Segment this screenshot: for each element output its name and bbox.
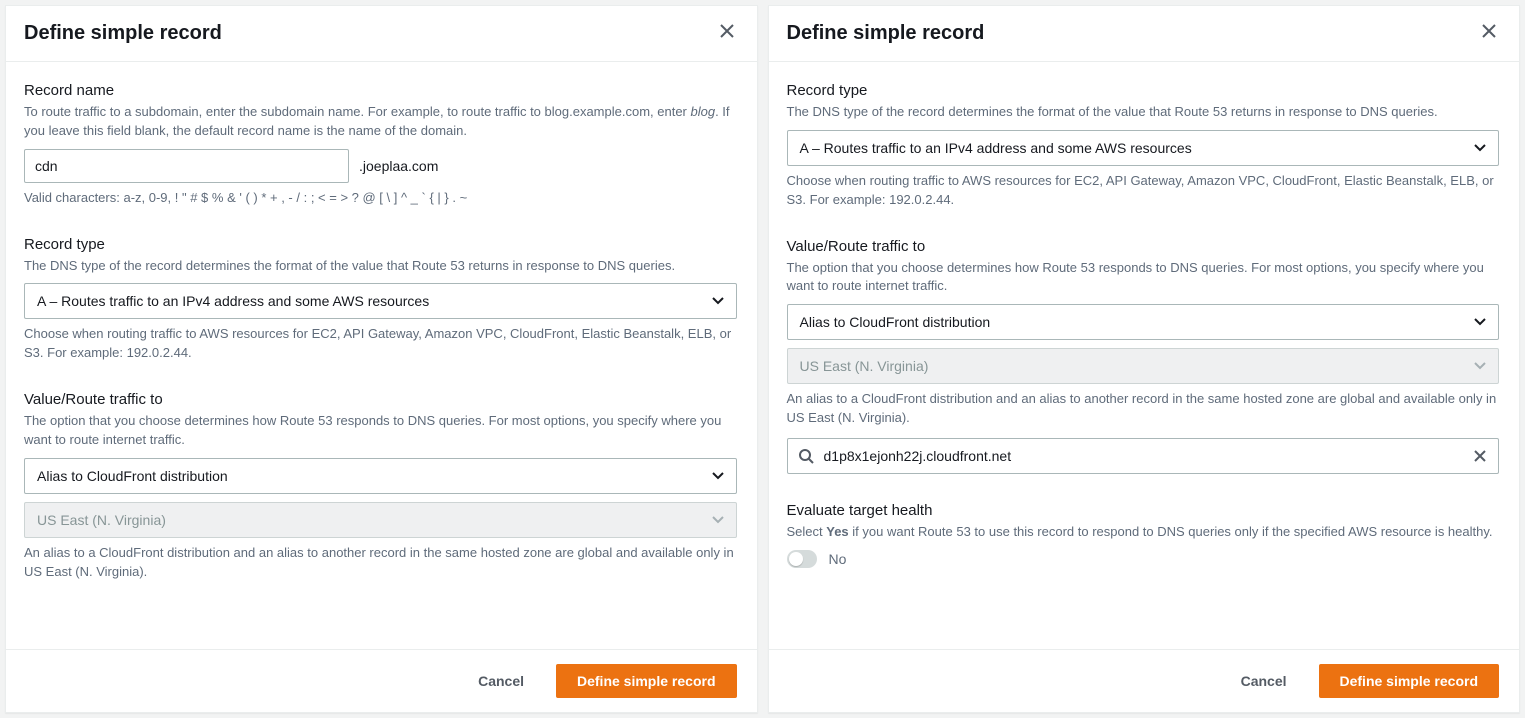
chevron-down-icon bbox=[1474, 318, 1486, 326]
alias-value: Alias to CloudFront distribution bbox=[37, 468, 228, 484]
alias-select[interactable]: Alias to CloudFront distribution bbox=[24, 458, 737, 494]
define-record-button[interactable]: Define simple record bbox=[556, 664, 737, 698]
left-dialog: Define simple record Record name To rout… bbox=[5, 5, 758, 713]
record-type-section: Record type The DNS type of the record d… bbox=[787, 82, 1500, 210]
alias-value: Alias to CloudFront distribution bbox=[800, 314, 991, 330]
record-type-label: Record type bbox=[24, 236, 737, 253]
record-name-label: Record name bbox=[24, 82, 737, 99]
distribution-search-input[interactable]: d1p8x1ejonh22j.cloudfront.net bbox=[787, 438, 1500, 474]
evaluate-health-toggle-label: No bbox=[829, 551, 847, 567]
evaluate-health-label: Evaluate target health bbox=[787, 502, 1500, 519]
chevron-down-icon bbox=[712, 297, 724, 305]
evaluate-health-desc: Select Yes if you want Route 53 to use t… bbox=[787, 523, 1500, 542]
record-type-hint: Choose when routing traffic to AWS resou… bbox=[787, 172, 1500, 210]
close-icon bbox=[719, 23, 735, 44]
record-type-section: Record type The DNS type of the record d… bbox=[24, 236, 737, 364]
dialog-title: Define simple record bbox=[787, 22, 985, 45]
distribution-search-value: d1p8x1ejonh22j.cloudfront.net bbox=[824, 448, 1012, 464]
record-type-value: A – Routes traffic to an IPv4 address an… bbox=[37, 293, 429, 309]
record-name-suffix: .joeplaa.com bbox=[359, 158, 438, 174]
record-name-hint: Valid characters: a-z, 0-9, ! " # $ % & … bbox=[24, 189, 737, 208]
chevron-down-icon bbox=[712, 516, 724, 524]
record-type-label: Record type bbox=[787, 82, 1500, 99]
record-type-value: A – Routes traffic to an IPv4 address an… bbox=[800, 140, 1192, 156]
record-type-select[interactable]: A – Routes traffic to an IPv4 address an… bbox=[24, 283, 737, 319]
evaluate-health-section: Evaluate target health Select Yes if you… bbox=[787, 502, 1500, 568]
close-button[interactable] bbox=[1479, 24, 1499, 44]
alias-select[interactable]: Alias to CloudFront distribution bbox=[787, 304, 1500, 340]
region-select: US East (N. Virginia) bbox=[787, 348, 1500, 384]
route-to-desc: The option that you choose determines ho… bbox=[787, 259, 1500, 297]
record-type-select[interactable]: A – Routes traffic to an IPv4 address an… bbox=[787, 130, 1500, 166]
record-type-hint: Choose when routing traffic to AWS resou… bbox=[24, 325, 737, 363]
route-to-hint: An alias to a CloudFront distribution an… bbox=[787, 390, 1500, 428]
chevron-down-icon bbox=[1474, 362, 1486, 370]
clear-icon[interactable] bbox=[1472, 448, 1488, 464]
dialog-footer: Cancel Define simple record bbox=[769, 649, 1520, 712]
right-dialog: Define simple record Record type The DNS… bbox=[768, 5, 1521, 713]
record-name-row: .joeplaa.com bbox=[24, 149, 737, 183]
record-name-input[interactable] bbox=[24, 149, 349, 183]
search-icon bbox=[798, 448, 814, 464]
record-type-desc: The DNS type of the record determines th… bbox=[24, 257, 737, 276]
dialog-header: Define simple record bbox=[769, 6, 1520, 62]
evaluate-health-toggle[interactable] bbox=[787, 550, 817, 568]
define-record-button[interactable]: Define simple record bbox=[1319, 664, 1500, 698]
chevron-down-icon bbox=[1474, 144, 1486, 152]
route-to-section: Value/Route traffic to The option that y… bbox=[787, 238, 1500, 474]
close-button[interactable] bbox=[717, 24, 737, 44]
route-to-label: Value/Route traffic to bbox=[787, 238, 1500, 255]
close-icon bbox=[1481, 23, 1497, 44]
region-value: US East (N. Virginia) bbox=[800, 358, 929, 374]
route-to-desc: The option that you choose determines ho… bbox=[24, 412, 737, 450]
route-to-section: Value/Route traffic to The option that y… bbox=[24, 391, 737, 581]
cancel-button[interactable]: Cancel bbox=[1221, 665, 1307, 697]
route-to-label: Value/Route traffic to bbox=[24, 391, 737, 408]
record-name-section: Record name To route traffic to a subdom… bbox=[24, 82, 737, 208]
dialog-body[interactable]: Record type The DNS type of the record d… bbox=[769, 62, 1520, 649]
route-to-hint: An alias to a CloudFront distribution an… bbox=[24, 544, 737, 582]
record-type-desc: The DNS type of the record determines th… bbox=[787, 103, 1500, 122]
cancel-button[interactable]: Cancel bbox=[458, 665, 544, 697]
dialog-body[interactable]: Record name To route traffic to a subdom… bbox=[6, 62, 757, 649]
region-select: US East (N. Virginia) bbox=[24, 502, 737, 538]
dialog-footer: Cancel Define simple record bbox=[6, 649, 757, 712]
dialog-title: Define simple record bbox=[24, 22, 222, 45]
dialog-header: Define simple record bbox=[6, 6, 757, 62]
record-name-desc: To route traffic to a subdomain, enter t… bbox=[24, 103, 737, 141]
region-value: US East (N. Virginia) bbox=[37, 512, 166, 528]
evaluate-health-toggle-row: No bbox=[787, 550, 1500, 568]
chevron-down-icon bbox=[712, 472, 724, 480]
